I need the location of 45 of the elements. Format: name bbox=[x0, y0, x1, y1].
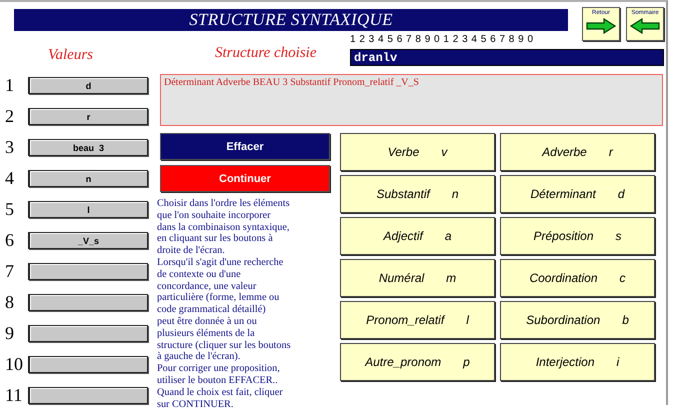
structure-field: dranlv bbox=[350, 49, 664, 66]
window-title: STRUCTURE SYNTAXIQUE bbox=[14, 9, 568, 31]
value-button[interactable]: n bbox=[28, 170, 148, 187]
structure-label: Structure choisie bbox=[215, 45, 318, 63]
value-button[interactable] bbox=[28, 387, 148, 404]
clear-button[interactable]: Effacer bbox=[160, 133, 330, 160]
category-button[interactable]: Coordination c bbox=[500, 259, 655, 297]
value-button[interactable]: d bbox=[28, 77, 148, 94]
right-arrow-icon bbox=[586, 18, 616, 34]
category-button[interactable]: Préposition s bbox=[500, 217, 655, 255]
category-button[interactable]: Numéral m bbox=[340, 259, 495, 297]
row-number: 8 bbox=[4, 292, 15, 313]
value-button[interactable]: _V_s bbox=[28, 232, 148, 249]
instructions-text: Choisir dans l'ordre les éléments que l'on souhaite incorporer dans la combinaison syntaxique, en cliquant sur les boutons à droite de l'écran. Lorsqu'il s'agit d'une recherche de contexte ou d'une concordance, une valeur particulière (forme, lemme ou code grammatical détaillé) peut être donnée à un ou plusieurs éléments de la structure (cliquer sur les boutons à gauche de l'écran). Pour corriger une proposition, utiliser le bouton EFFACER.. Quand le choix est fait, cliquer sur CONTINUER. bbox=[157, 198, 292, 409]
category-button[interactable]: Adjectif a bbox=[340, 217, 495, 255]
left-arrow-icon bbox=[630, 18, 660, 34]
value-button[interactable] bbox=[28, 263, 148, 280]
value-button[interactable] bbox=[28, 294, 148, 311]
values-heading: Valeurs bbox=[48, 47, 94, 65]
row-number: 3 bbox=[4, 137, 15, 158]
category-button[interactable]: Subordination b bbox=[500, 301, 655, 339]
row-number: 10 bbox=[4, 354, 24, 375]
category-button[interactable]: Autre_pronom p bbox=[340, 343, 495, 381]
value-button[interactable]: beau 3 bbox=[28, 139, 148, 156]
row-number: 2 bbox=[4, 106, 15, 127]
row-number: 1 bbox=[4, 75, 15, 96]
category-button[interactable]: Verbe v bbox=[340, 133, 495, 171]
category-button[interactable]: Pronom_relatif l bbox=[340, 301, 495, 339]
position-ruler: 1 2 3 4 5 6 7 8 9 0 1 2 3 4 5 6 7 8 9 0 bbox=[350, 34, 534, 45]
category-button[interactable]: Adverbe r bbox=[500, 133, 655, 171]
row-number: 7 bbox=[4, 261, 15, 282]
value-button[interactable] bbox=[28, 356, 148, 373]
category-button[interactable]: Interjection i bbox=[500, 343, 655, 381]
continue-button[interactable]: Continuer bbox=[160, 165, 330, 192]
description-box: Déterminant Adverbe BEAU 3 Substantif Pronom_relatif _V_S bbox=[160, 74, 663, 126]
row-number: 5 bbox=[4, 199, 15, 220]
row-number: 11 bbox=[4, 385, 24, 406]
row-number: 9 bbox=[4, 323, 15, 344]
category-button[interactable]: Substantif n bbox=[340, 175, 495, 213]
row-number: 4 bbox=[4, 168, 15, 189]
category-button[interactable]: Déterminant d bbox=[500, 175, 655, 213]
value-button[interactable]: l bbox=[28, 201, 148, 218]
value-button[interactable] bbox=[28, 325, 148, 342]
row-number: 6 bbox=[4, 230, 15, 251]
value-button[interactable]: r bbox=[28, 108, 148, 125]
